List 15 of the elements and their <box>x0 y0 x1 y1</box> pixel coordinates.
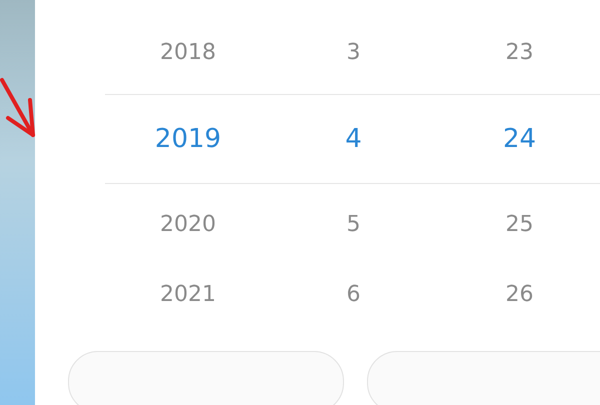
dialog-button[interactable] <box>68 351 344 405</box>
annotation-arrow-drawing <box>0 78 35 137</box>
picker-option[interactable]: 4 <box>345 124 362 154</box>
picker-option[interactable]: 26 <box>506 282 534 306</box>
dialog-button[interactable] <box>367 351 600 405</box>
picker-option[interactable]: 2018 <box>160 40 216 64</box>
picker-option[interactable]: 6 <box>346 282 360 306</box>
picker-option[interactable]: 2021 <box>160 282 216 306</box>
picker-option[interactable]: 24 <box>502 124 536 154</box>
picker-option[interactable]: 3 <box>346 40 360 64</box>
picker-option[interactable]: 2019 <box>154 124 222 154</box>
picker-option[interactable]: 25 <box>506 212 534 236</box>
picker-option[interactable]: 2020 <box>160 212 216 236</box>
picker-option[interactable]: 5 <box>346 212 360 236</box>
picker-option[interactable]: 23 <box>506 40 534 64</box>
